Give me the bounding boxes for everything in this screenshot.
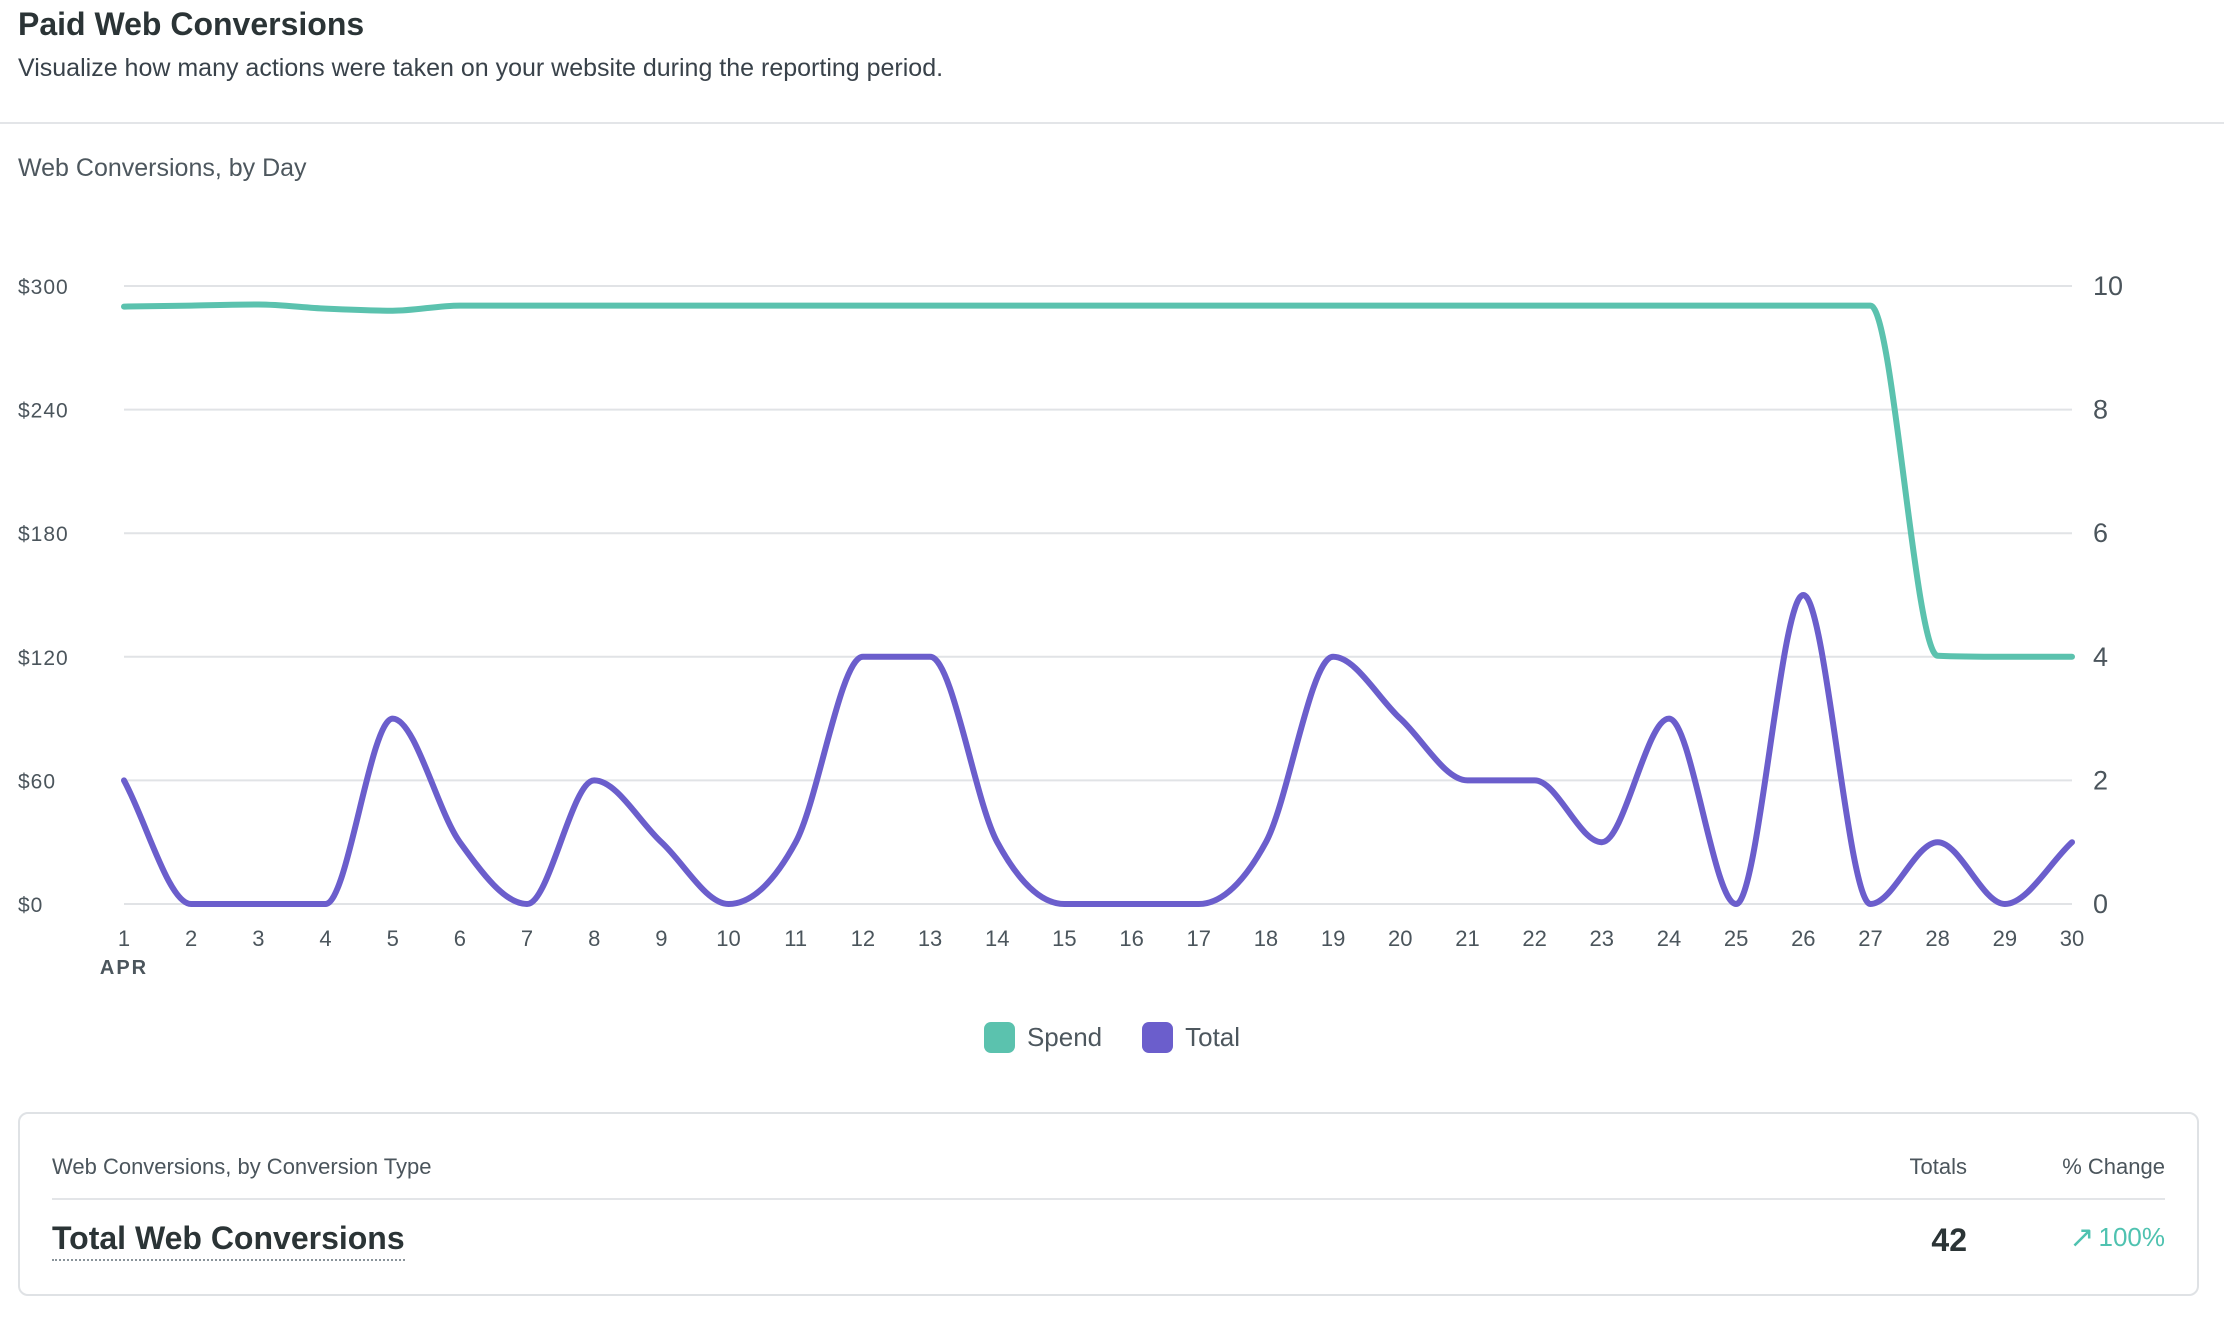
legend-swatch-spend (983, 1022, 1015, 1053)
x-axis-tick-label: 4 (319, 926, 331, 951)
conversion-type-panel: Web Conversions, by Conversion Type Tota… (18, 1112, 2199, 1296)
legend-item-total[interactable]: Total (1142, 1022, 1240, 1053)
legend-swatch-total (1142, 1022, 1174, 1053)
right-axis-tick-label: 10 (2093, 271, 2123, 301)
x-axis-tick-label: 1 (118, 926, 130, 951)
arrow-up-right-icon: ↗ (2069, 1220, 2095, 1254)
page-subtitle: Visualize how many actions were taken on… (18, 54, 944, 82)
chart-title: Web Conversions, by Day (18, 154, 307, 182)
x-axis-tick-label: 12 (851, 926, 875, 951)
total-value: 42 (1931, 1222, 1967, 1258)
x-axis-tick-label: 27 (1858, 926, 1882, 951)
x-axis-month-label: APR (100, 957, 148, 979)
left-axis-tick-label: $300 (18, 276, 69, 299)
x-axis-tick-label: 24 (1657, 926, 1681, 951)
legend-item-spend[interactable]: Spend (983, 1022, 1103, 1053)
right-axis-tick-label: 2 (2093, 765, 2108, 795)
x-axis-tick-label: 20 (1388, 926, 1412, 951)
x-axis-tick-label: 14 (985, 926, 1009, 951)
x-axis-tick-label: 11 (784, 926, 807, 951)
change-value: ↗ 100% (2069, 1222, 2165, 1253)
panel-heading: Web Conversions, by Conversion Type (52, 1154, 432, 1179)
left-axis-tick-label: $240 (18, 400, 69, 423)
series-line-total (121, 592, 2075, 908)
report-header: Paid Web Conversions Visualize how many … (0, 0, 2224, 124)
x-axis-tick-label: 22 (1522, 926, 1546, 951)
x-axis-tick-label: 26 (1791, 926, 1815, 951)
x-axis-tick-label: 23 (1590, 926, 1614, 951)
x-axis-tick-label: 3 (252, 926, 264, 951)
right-axis-tick-label: 6 (2093, 518, 2108, 548)
x-axis-tick-label: 18 (1254, 926, 1278, 951)
panel-divider (52, 1198, 2165, 1200)
x-axis-tick-label: 2 (185, 926, 197, 951)
x-axis-tick-label: 19 (1321, 926, 1345, 951)
legend-label-spend: Spend (1026, 1022, 1103, 1052)
x-axis-tick-label: 15 (1052, 926, 1076, 951)
page-title: Paid Web Conversions (18, 6, 365, 42)
x-axis-tick-label: 30 (2060, 926, 2084, 951)
total-web-conversions-link[interactable]: Total Web Conversions (52, 1220, 405, 1261)
x-axis-tick-label: 7 (521, 926, 533, 951)
x-axis-tick-label: 25 (1724, 926, 1748, 951)
column-header-totals: Totals (1909, 1154, 1967, 1179)
left-axis-tick-label: $0 (18, 894, 43, 917)
chart-legend: Spend Total (0, 1022, 2224, 1053)
left-axis-tick-label: $120 (18, 647, 69, 670)
legend-label-total: Total (1185, 1022, 1241, 1052)
column-header-change: % Change (2062, 1154, 2165, 1179)
x-axis-tick-label: 17 (1187, 926, 1211, 951)
x-axis-tick-label: 5 (387, 926, 399, 951)
x-axis-tick-label: 9 (655, 926, 667, 951)
x-axis-tick-label: 13 (918, 926, 942, 951)
x-axis-tick-label: 16 (1119, 926, 1143, 951)
left-axis-tick-label: $180 (18, 523, 69, 546)
x-axis-tick-label: 28 (1925, 926, 1949, 951)
x-axis-tick-label: 10 (716, 926, 740, 951)
series-line-spend (121, 301, 2075, 660)
right-axis-tick-label: 4 (2093, 642, 2108, 672)
left-axis-tick-label: $60 (18, 770, 56, 793)
x-axis-tick-label: 6 (454, 926, 466, 951)
change-percent: 100% (2098, 1222, 2166, 1252)
line-chart: $0 0$60 2$120 4$180 6$240 8$300 101 2 3 4 5 6 7 8 9 10 1… (18, 271, 2123, 979)
right-axis-tick-label: 0 (2093, 889, 2108, 919)
x-axis-tick-label: 29 (1993, 926, 2017, 951)
right-axis-tick-label: 8 (2093, 395, 2108, 425)
x-axis-tick-label: 8 (588, 926, 600, 951)
x-axis-tick-label: 21 (1455, 926, 1479, 951)
